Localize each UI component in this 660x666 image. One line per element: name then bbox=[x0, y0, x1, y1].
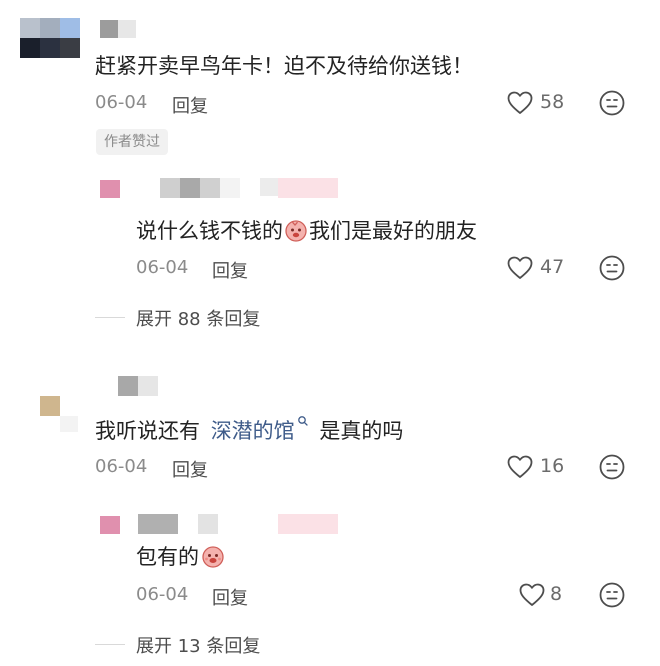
like-button[interactable]: 16 bbox=[506, 452, 576, 482]
reply-date: 06-04 bbox=[136, 584, 189, 605]
like-button[interactable]: 8 bbox=[518, 580, 578, 610]
comment-text-after: 是真的吗 bbox=[319, 419, 404, 443]
search-icon bbox=[297, 416, 308, 426]
username[interactable] bbox=[160, 178, 340, 200]
comment-date: 06-04 bbox=[95, 456, 148, 477]
comment-date: 06-04 bbox=[95, 92, 148, 113]
like-button[interactable]: 58 bbox=[506, 88, 576, 118]
like-count: 58 bbox=[540, 91, 565, 113]
reply-button[interactable]: 回复 bbox=[212, 584, 248, 610]
comment-text: 赶紧开卖早鸟年卡！迫不及待给你送钱！ bbox=[95, 54, 473, 78]
neutral-face-icon[interactable] bbox=[598, 89, 626, 117]
reply-text-after: 我们是最好的朋友 bbox=[309, 219, 477, 243]
reply-button[interactable]: 回复 bbox=[172, 456, 208, 482]
reply-text-before: 说什么钱不钱的 bbox=[136, 219, 283, 243]
reply-text: 说什么钱不钱的 我们是最好的朋友 bbox=[136, 215, 477, 245]
heart-outline-icon bbox=[507, 256, 533, 279]
author-liked-badge: 作者赞过 bbox=[96, 129, 168, 155]
avatar[interactable] bbox=[100, 516, 120, 536]
expand-replies-button[interactable]: 展开 88 条回复 bbox=[136, 305, 260, 331]
reply-button[interactable]: 回复 bbox=[172, 92, 208, 118]
neutral-face-icon[interactable] bbox=[598, 581, 626, 609]
reply-button[interactable]: 回复 bbox=[212, 257, 248, 283]
expand-divider bbox=[95, 644, 125, 645]
like-button[interactable]: 47 bbox=[506, 253, 576, 283]
neutral-face-icon[interactable] bbox=[598, 453, 626, 481]
expand-replies-button[interactable]: 展开 13 条回复 bbox=[136, 632, 260, 658]
heart-outline-icon bbox=[507, 91, 533, 114]
reply-text-main: 包有的 bbox=[136, 545, 199, 569]
search-link[interactable]: 深潜的馆 bbox=[210, 416, 309, 443]
pink-face-sticker-icon bbox=[202, 546, 224, 568]
pink-face-sticker-icon bbox=[285, 220, 307, 242]
avatar[interactable] bbox=[20, 18, 80, 58]
reply-date: 06-04 bbox=[136, 257, 189, 278]
username[interactable] bbox=[138, 514, 338, 536]
search-link-text: 深潜的馆 bbox=[210, 419, 295, 443]
comment-text: 我听说还有 深潜的馆 是真的吗 bbox=[95, 415, 403, 445]
reply-text: 包有的 bbox=[136, 541, 225, 571]
avatar[interactable] bbox=[100, 180, 120, 200]
heart-outline-icon bbox=[507, 455, 533, 478]
like-count: 8 bbox=[550, 583, 563, 605]
neutral-face-icon[interactable] bbox=[598, 254, 626, 282]
heart-outline-icon bbox=[519, 583, 545, 606]
avatar[interactable] bbox=[40, 396, 80, 436]
like-count: 47 bbox=[540, 256, 565, 278]
username[interactable] bbox=[118, 376, 168, 398]
username[interactable] bbox=[100, 20, 140, 40]
expand-divider bbox=[95, 317, 125, 318]
like-count: 16 bbox=[540, 455, 565, 477]
comment-text-before: 我听说还有 bbox=[95, 419, 200, 443]
